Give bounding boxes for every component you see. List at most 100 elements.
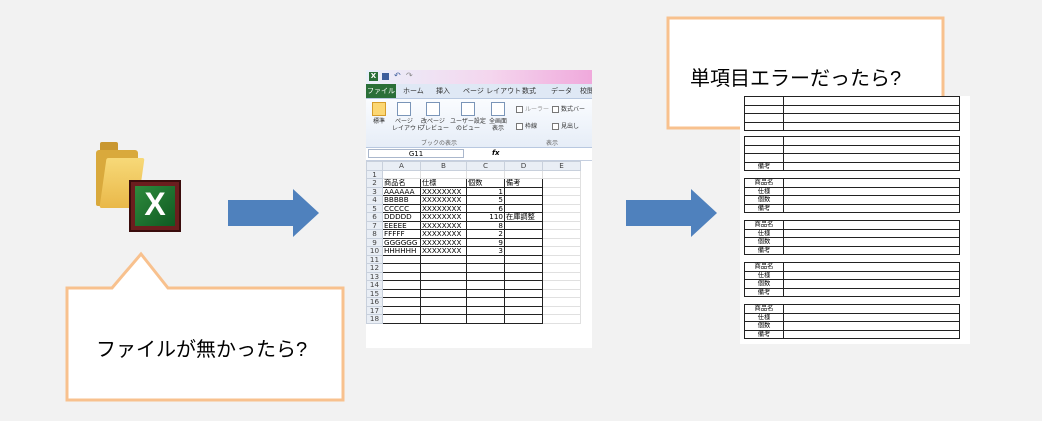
cell[interactable]	[382, 263, 421, 273]
cell[interactable]	[382, 314, 421, 324]
view-page-layout-button[interactable]: ページ レイアウト	[392, 102, 422, 132]
row-header[interactable]: 16	[366, 297, 383, 307]
cell[interactable]	[382, 169, 421, 179]
cell[interactable]	[504, 237, 543, 247]
cell[interactable]: 仕様	[420, 178, 467, 188]
row-header[interactable]: 1	[366, 169, 383, 179]
view-normal-button[interactable]: 標準	[369, 102, 389, 125]
row-header[interactable]: 10	[366, 246, 383, 256]
cell[interactable]	[542, 288, 581, 298]
cell[interactable]: 110	[466, 212, 505, 222]
cell[interactable]	[504, 297, 543, 307]
undo-icon[interactable]: ↶	[394, 71, 401, 80]
select-all-corner[interactable]	[366, 161, 383, 171]
cell[interactable]: 2	[466, 229, 505, 239]
row-header[interactable]: 7	[366, 220, 383, 230]
cell[interactable]: XXXXXXXX	[420, 220, 467, 230]
cell[interactable]: 9	[466, 237, 505, 247]
row-header[interactable]: 4	[366, 195, 383, 205]
cell[interactable]: GGGGGG	[382, 237, 421, 247]
cell[interactable]	[504, 203, 543, 213]
cell[interactable]	[542, 220, 581, 230]
cell[interactable]	[420, 169, 467, 179]
cell[interactable]: XXXXXXXX	[420, 203, 467, 213]
cell[interactable]	[542, 237, 581, 247]
cell[interactable]	[504, 305, 543, 315]
row-header[interactable]: 13	[366, 271, 383, 281]
cell[interactable]	[420, 297, 467, 307]
cell[interactable]	[382, 297, 421, 307]
cell[interactable]	[382, 254, 421, 264]
row-header[interactable]: 2	[366, 178, 383, 188]
cell[interactable]	[382, 288, 421, 298]
view-fullscreen-button[interactable]: 全画面 表示	[487, 102, 509, 132]
tab-data[interactable]: データ	[551, 86, 572, 96]
row-header[interactable]: 9	[366, 237, 383, 247]
cell[interactable]	[504, 263, 543, 273]
cell[interactable]	[466, 254, 505, 264]
cell[interactable]: HHHHHH	[382, 246, 421, 256]
cell[interactable]	[382, 280, 421, 290]
cell[interactable]	[542, 280, 581, 290]
cell[interactable]	[542, 271, 581, 281]
cell[interactable]: 8	[466, 220, 505, 230]
cell[interactable]: 6	[466, 203, 505, 213]
cell[interactable]: EEEEE	[382, 220, 421, 230]
row-header[interactable]: 8	[366, 229, 383, 239]
tab-home[interactable]: ホーム	[403, 86, 424, 96]
cell[interactable]	[420, 280, 467, 290]
cell[interactable]	[542, 186, 581, 196]
cell[interactable]	[542, 195, 581, 205]
cell[interactable]: AAAAAA	[382, 186, 421, 196]
cell[interactable]	[382, 271, 421, 281]
row-header[interactable]: 6	[366, 212, 383, 222]
cell[interactable]	[542, 297, 581, 307]
cell[interactable]	[504, 280, 543, 290]
cell[interactable]	[466, 288, 505, 298]
cell[interactable]	[504, 271, 543, 281]
cell[interactable]: DDDDD	[382, 212, 421, 222]
cell[interactable]	[542, 314, 581, 324]
cell[interactable]: BBBBB	[382, 195, 421, 205]
cell[interactable]	[504, 220, 543, 230]
cell[interactable]	[420, 314, 467, 324]
cell[interactable]: 在庫調整	[504, 212, 543, 222]
cell[interactable]: 3	[466, 246, 505, 256]
cell[interactable]: XXXXXXXX	[420, 212, 467, 222]
cell[interactable]	[466, 314, 505, 324]
row-header[interactable]: 14	[366, 280, 383, 290]
headings-checkbox[interactable]: 見出し	[552, 121, 579, 130]
tab-file[interactable]: ファイル	[366, 84, 396, 98]
cell[interactable]	[504, 314, 543, 324]
cell[interactable]	[420, 263, 467, 273]
cell[interactable]	[542, 212, 581, 222]
cell[interactable]	[420, 288, 467, 298]
cell[interactable]	[466, 169, 505, 179]
cell[interactable]	[420, 305, 467, 315]
tab-page-layout[interactable]: ページ レイアウト	[463, 86, 521, 96]
column-header[interactable]: B	[420, 161, 467, 171]
row-header[interactable]: 3	[366, 186, 383, 196]
cell[interactable]	[542, 169, 581, 179]
cell[interactable]	[542, 263, 581, 273]
column-header[interactable]: E	[542, 161, 581, 171]
cell[interactable]: XXXXXXXX	[420, 229, 467, 239]
formula-bar-checkbox[interactable]: 数式バー	[552, 104, 585, 113]
cell[interactable]	[542, 246, 581, 256]
cell[interactable]: FFFFF	[382, 229, 421, 239]
cell[interactable]	[466, 271, 505, 281]
cell[interactable]	[542, 178, 581, 188]
tab-formulas[interactable]: 数式	[522, 86, 536, 96]
cell[interactable]	[504, 254, 543, 264]
tab-insert[interactable]: 挿入	[436, 86, 450, 96]
cell[interactable]	[504, 246, 543, 256]
column-header[interactable]: A	[382, 161, 421, 171]
row-header[interactable]: 5	[366, 203, 383, 213]
row-header[interactable]: 18	[366, 314, 383, 324]
save-icon[interactable]	[382, 73, 389, 80]
ruler-checkbox[interactable]: ルーラー	[516, 104, 549, 113]
cell[interactable]	[504, 195, 543, 205]
cell[interactable]	[466, 263, 505, 273]
cell[interactable]: CCCCC	[382, 203, 421, 213]
cell[interactable]	[382, 305, 421, 315]
